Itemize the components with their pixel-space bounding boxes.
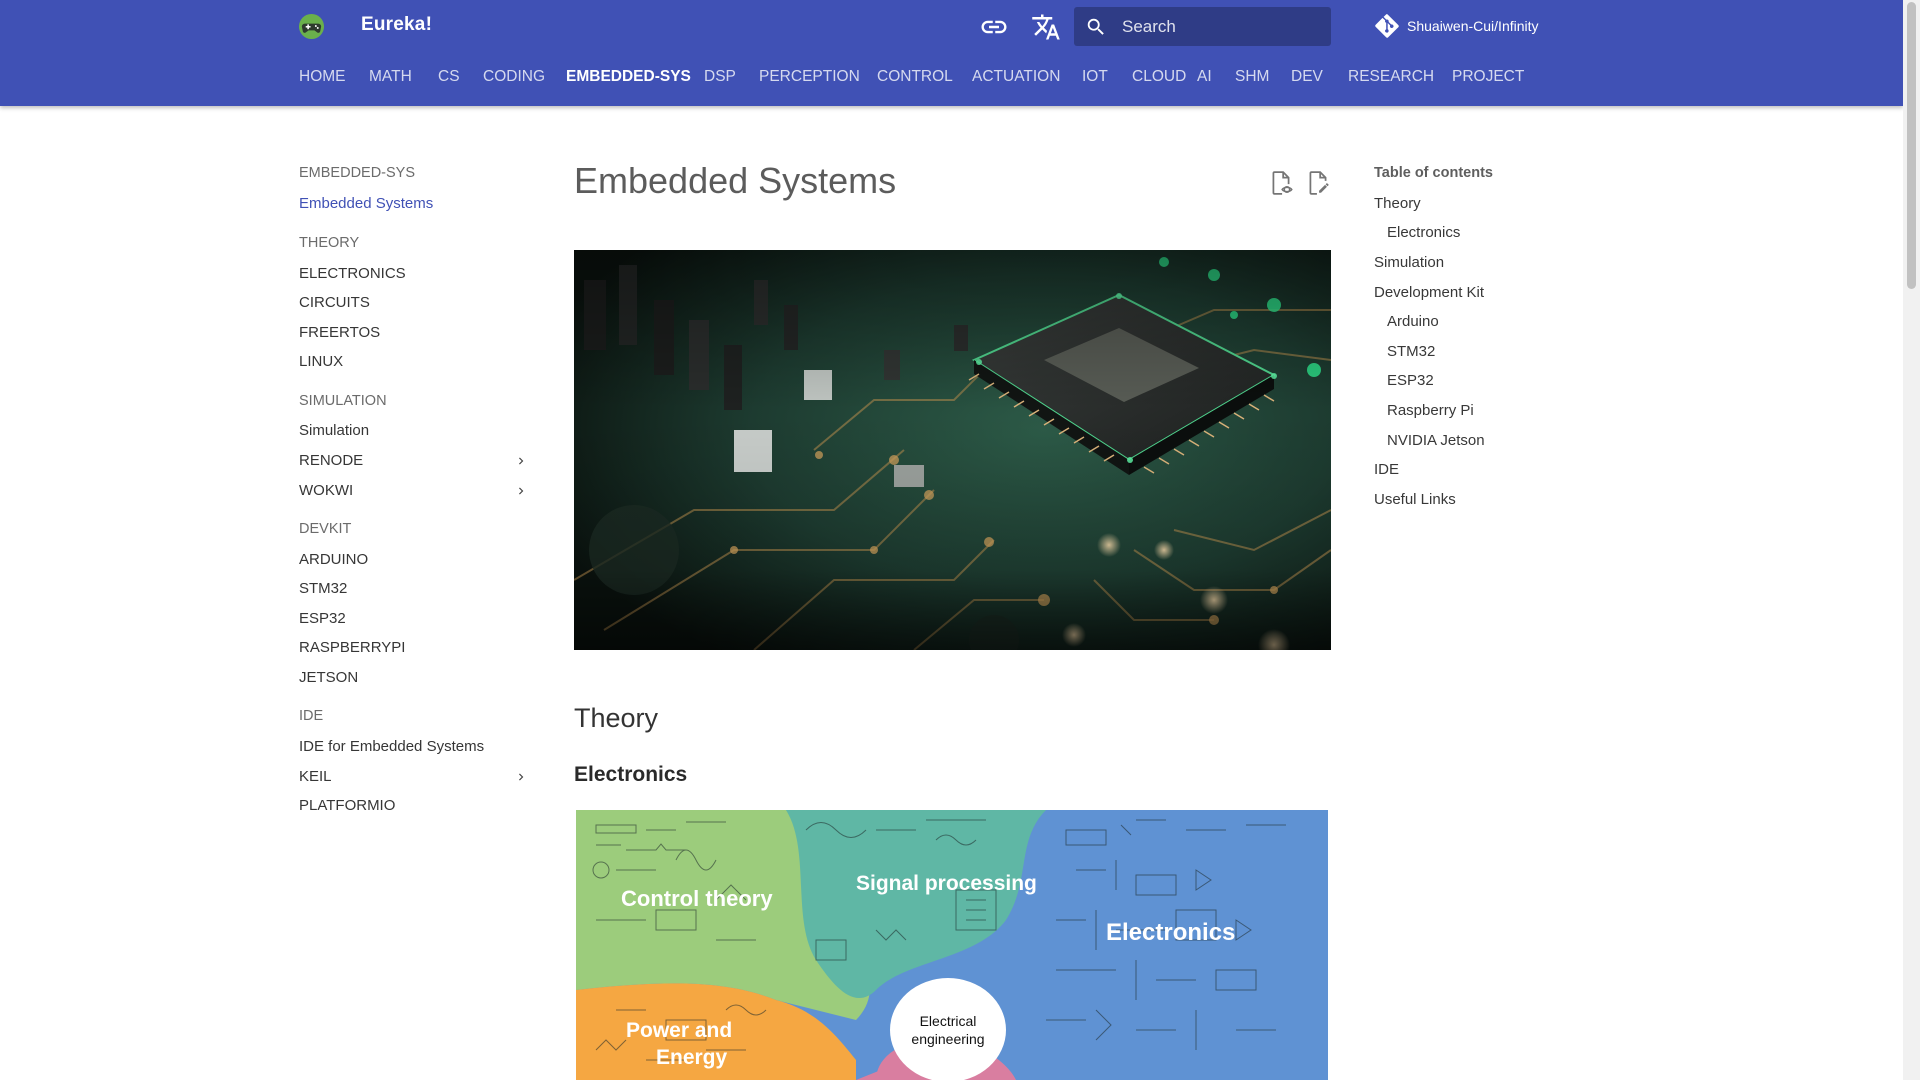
heading-electronics: Electronics	[574, 763, 688, 786]
tab-ai[interactable]: AI	[1197, 68, 1235, 92]
nav-item-raspberrypi[interactable]: RASPBERRYPI	[299, 639, 405, 656]
tab-project[interactable]: PROJECT	[1452, 68, 1532, 92]
chevron-right-icon[interactable]	[514, 484, 528, 498]
link-icon[interactable]	[979, 12, 1009, 42]
tab-shm[interactable]: SHM	[1235, 68, 1291, 92]
nav-group-theory: THEORY	[299, 235, 360, 251]
nav-item-linux[interactable]: LINUX	[299, 353, 343, 370]
tab-home[interactable]: HOME	[299, 68, 369, 92]
toc-item-stm32[interactable]: STM32	[1387, 343, 1435, 360]
chevron-right-icon[interactable]	[514, 454, 528, 468]
nav-item-embedded-systems[interactable]: Embedded Systems	[299, 195, 433, 212]
nav-section-title: EMBEDDED-SYS	[299, 165, 416, 181]
toc-item-useful-links[interactable]: Useful Links	[1374, 491, 1456, 508]
repo-label: Shuaiwen-Cui/Infinity	[1407, 18, 1539, 34]
nav-item-renode[interactable]: RENODE	[299, 452, 363, 469]
toc-item-nvidia-jetson[interactable]: NVIDIA Jetson	[1387, 432, 1485, 449]
toc-item-simulation[interactable]: Simulation	[1374, 254, 1444, 271]
toc-item-ide[interactable]: IDE	[1374, 461, 1399, 478]
tab-control[interactable]: CONTROL	[877, 68, 972, 92]
tab-coding[interactable]: CODING	[483, 68, 566, 92]
nav-item-circuits[interactable]: CIRCUITS	[299, 294, 370, 311]
tab-cloud[interactable]: CLOUD	[1132, 68, 1197, 92]
mindmap-electronics-label: Electronics	[1106, 919, 1235, 946]
electrical-engineering-map-image: Control theory Signal processing Electro…	[576, 810, 1328, 1080]
page-scrollbar[interactable]	[1903, 0, 1920, 1080]
page-title: Embedded Systems	[574, 160, 897, 201]
nav-item-keil[interactable]: KEIL	[299, 768, 332, 785]
site-title[interactable]: Eureka!	[361, 14, 432, 36]
nav-group-ide: IDE	[299, 708, 324, 724]
search-icon	[1087, 18, 1104, 35]
mindmap-center-label-2: engineering	[911, 1031, 984, 1047]
tab-iot[interactable]: IOT	[1082, 68, 1132, 92]
top-header: Eureka! Shuaiwen-Cui/Infinity HOME MATH …	[0, 0, 1903, 106]
nav-item-ide-embedded[interactable]: IDE for Embedded Systems	[299, 738, 484, 755]
nav-item-esp32[interactable]: ESP32	[299, 610, 346, 627]
toc-item-electronics[interactable]: Electronics	[1387, 224, 1460, 241]
nav-item-stm32[interactable]: STM32	[299, 580, 347, 597]
view-source-icon[interactable]	[1268, 170, 1294, 196]
mindmap-control-label: Control theory	[621, 886, 773, 911]
chevron-right-icon[interactable]	[514, 770, 528, 784]
tab-actuation[interactable]: ACTUATION	[972, 68, 1082, 92]
search-input[interactable]	[1122, 7, 1322, 46]
nav-item-electronics[interactable]: ELECTRONICS	[299, 265, 406, 282]
mindmap-signal-label: Signal processing	[856, 872, 1037, 895]
nav-item-wokwi[interactable]: WOKWI	[299, 482, 353, 499]
hero-image-circuit-board	[574, 250, 1331, 650]
toc-item-raspberry-pi[interactable]: Raspberry Pi	[1387, 402, 1474, 419]
edit-page-icon[interactable]	[1305, 170, 1331, 196]
mindmap-center-label-1: Electrical	[920, 1013, 977, 1029]
toc-item-development-kit[interactable]: Development Kit	[1374, 284, 1484, 301]
nav-item-freertos[interactable]: FREERTOS	[299, 324, 380, 341]
tab-dev[interactable]: DEV	[1291, 68, 1348, 92]
electrical-engineering-mindmap: Control theory Signal processing Electro…	[576, 810, 1328, 1080]
nav-group-simulation: SIMULATION	[299, 393, 387, 409]
top-tabs: HOME MATH CS CODING EMBEDDED-SYS DSP PER…	[299, 68, 1532, 92]
nav-item-simulation[interactable]: Simulation	[299, 422, 369, 439]
circuit-board-image	[574, 250, 1331, 650]
repo-link[interactable]: Shuaiwen-Cui/Infinity	[1375, 13, 1539, 39]
search-box[interactable]	[1074, 7, 1331, 46]
tab-embedded-sys[interactable]: EMBEDDED-SYS	[566, 68, 704, 92]
tab-dsp[interactable]: DSP	[704, 68, 759, 92]
toc-item-esp32[interactable]: ESP32	[1387, 372, 1434, 389]
tab-research[interactable]: RESEARCH	[1348, 68, 1452, 92]
scrollbar-thumb[interactable]	[1907, 2, 1916, 289]
tab-perception[interactable]: PERCEPTION	[759, 68, 877, 92]
translate-icon[interactable]	[1031, 12, 1061, 42]
nav-item-platformio[interactable]: PLATFORMIO	[299, 797, 395, 814]
mindmap-power-label-1: Power and	[626, 1019, 732, 1042]
nav-group-devkit: DEVKIT	[299, 521, 352, 537]
toc-item-arduino[interactable]: Arduino	[1387, 313, 1439, 330]
toc-item-theory[interactable]: Theory	[1374, 195, 1421, 212]
tab-math[interactable]: MATH	[369, 68, 438, 92]
gamepad-logo-icon[interactable]	[298, 13, 325, 40]
heading-theory: Theory	[574, 703, 659, 733]
nav-item-jetson[interactable]: JETSON	[299, 669, 358, 686]
toc-title: Table of contents	[1374, 165, 1493, 181]
nav-item-arduino[interactable]: ARDUINO	[299, 551, 368, 568]
tab-cs[interactable]: CS	[438, 68, 483, 92]
mindmap-power-label-2: Energy	[656, 1046, 728, 1069]
git-icon	[1375, 14, 1399, 38]
